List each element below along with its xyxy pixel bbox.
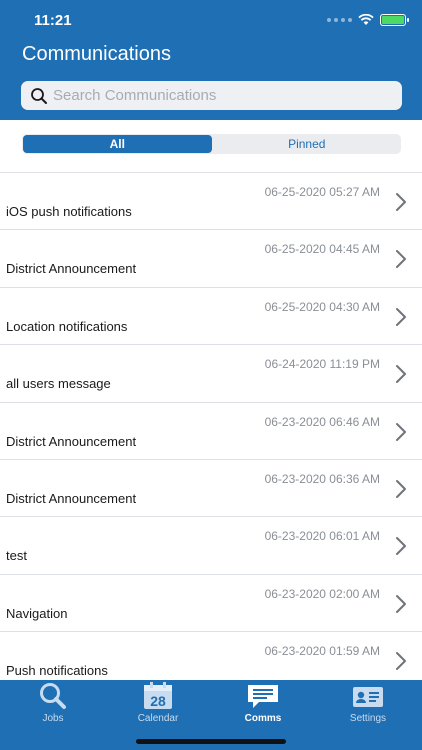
calendar-day: 28 [150,693,166,709]
chevron-right-icon [396,594,406,613]
tab-label: Jobs [42,713,64,724]
list-item[interactable]: 06-25-2020 05:27 AM iOS push notificatio… [0,173,422,231]
message-list: 06-25-2020 05:27 AM iOS push notificatio… [0,173,422,680]
page-title: Communications [22,43,171,65]
list-item[interactable]: 06-25-2020 04:45 AM District Announcemen… [0,230,422,288]
message-date: 06-23-2020 02:00 AM [264,586,380,601]
message-date: 06-25-2020 04:45 AM [264,242,380,257]
search-input[interactable] [53,87,393,104]
search-icon [37,682,69,710]
chat-icon [246,682,280,710]
list-item[interactable]: 06-25-2020 04:30 AM Location notificatio… [0,288,422,346]
chevron-right-icon [396,193,406,211]
app-header: 11:21 Communications [0,0,422,120]
message-title: all users message [6,376,111,392]
tab-label: Calendar [137,713,179,724]
chevron-right-icon [396,422,406,441]
list-item[interactable]: 06-24-2020 11:19 PM all users message [0,345,422,403]
status-bar: 11:21 [0,0,422,40]
status-time: 11:21 [34,12,72,29]
tab-comms[interactable]: Comms [223,682,303,728]
tab-label: Settings [349,713,387,724]
chevron-right-icon [396,537,406,556]
chevron-right-icon [396,307,406,326]
tab-jobs[interactable]: Jobs [13,682,93,728]
tab-label: Comms [244,713,282,724]
segment-all[interactable]: All [23,135,212,153]
message-title: Navigation [6,605,68,621]
tab-settings[interactable]: Settings [328,682,408,728]
message-title: iOS push notifications [6,204,132,219]
message-title: Push notifications [6,663,108,679]
battery-icon [380,14,409,26]
segmented-control: All Pinned [22,134,401,154]
message-title: District Announcement [6,490,137,506]
list-item[interactable]: 06-23-2020 02:00 AM Navigation [0,575,422,633]
search-icon [29,86,49,106]
search-bar[interactable] [21,81,402,110]
wifi-icon [358,14,374,25]
message-date: 06-24-2020 11:19 PM [264,357,380,372]
signal-icon [327,18,352,22]
message-date: 06-23-2020 06:36 AM [264,471,380,486]
calendar-icon: 28 [142,682,174,710]
chevron-right-icon [396,365,406,384]
list-item[interactable]: 06-23-2020 06:36 AM District Announcemen… [0,460,422,518]
list-item[interactable]: 06-23-2020 06:01 AM test [0,517,422,575]
message-title: District Announcement [6,261,137,277]
message-title: Location notifications [6,318,128,334]
home-indicator [136,739,286,744]
list-item[interactable]: 06-23-2020 06:46 AM District Announcemen… [0,403,422,460]
message-date: 06-23-2020 06:46 AM [264,414,380,429]
status-icons [327,14,409,26]
message-date: 06-23-2020 01:59 AM [264,644,380,659]
id-card-icon [351,682,385,710]
chevron-right-icon [396,652,406,671]
message-title: test [6,548,27,564]
list-item[interactable]: 06-23-2020 01:59 AM Push notifications [0,632,422,680]
message-title: District Announcement [6,433,137,449]
chevron-right-icon [396,479,406,498]
message-date: 06-25-2020 05:27 AM [264,185,380,199]
segment-pinned[interactable]: Pinned [213,134,402,154]
tab-calendar[interactable]: 28 Calendar [118,682,198,728]
chevron-right-icon [396,250,406,269]
message-date: 06-25-2020 04:30 AM [264,299,380,314]
message-date: 06-23-2020 06:01 AM [264,529,380,544]
